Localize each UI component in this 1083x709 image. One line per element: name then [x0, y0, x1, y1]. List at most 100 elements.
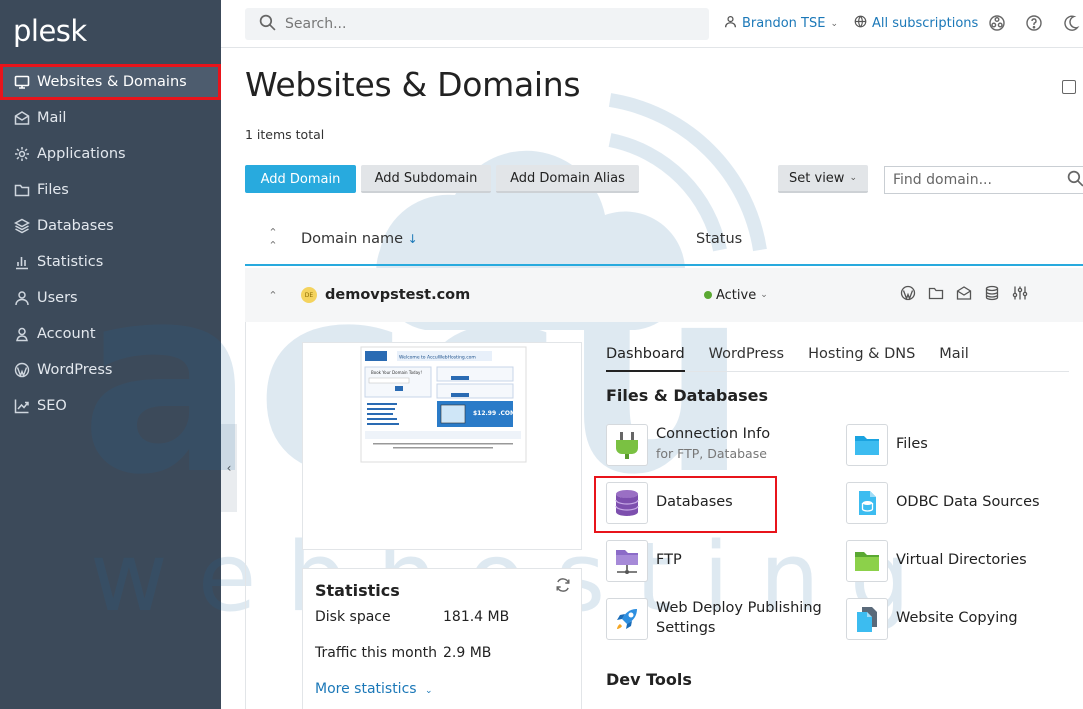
section-files-databases: Files & Databases: [606, 386, 769, 405]
domain-panel: Welcome to AccuWebHosting.com Book Your …: [245, 322, 1083, 709]
folder-icon: [13, 182, 30, 199]
domain-name-link[interactable]: demovpstest.com: [325, 287, 704, 303]
preview-box-title: Book Your Domain Today!: [371, 370, 422, 375]
collapse-all-icon[interactable]: ⌃ ⌃: [245, 226, 301, 252]
tool-virtual-directories[interactable]: Virtual Directories: [846, 540, 1027, 582]
moon-icon[interactable]: [1062, 14, 1080, 32]
tool-connection-info[interactable]: Connection Info for FTP, Database: [606, 424, 770, 466]
gear-icon: [13, 146, 30, 163]
row-actions: [900, 285, 1028, 305]
column-status[interactable]: Status: [696, 231, 742, 247]
globe-icon: [854, 15, 867, 32]
database-icon[interactable]: [984, 285, 1000, 305]
site-preview-thumbnail[interactable]: Welcome to AccuWebHosting.com Book Your …: [302, 342, 582, 550]
subscriptions-label: All subscriptions: [872, 16, 979, 31]
user-menu[interactable]: Brandon TSE ⌄: [724, 15, 838, 32]
search-input[interactable]: [285, 16, 685, 32]
subscriptions-menu[interactable]: All subscriptions: [854, 15, 978, 32]
extensions-icon[interactable]: [988, 14, 1006, 32]
tool-ftp[interactable]: FTP: [606, 540, 682, 582]
traffic-value: 2.9 MB: [443, 645, 492, 661]
statistics-title: Statistics: [315, 581, 400, 600]
sidebar-item-users[interactable]: Users: [0, 280, 221, 316]
chevron-down-icon: ⌄: [830, 18, 838, 29]
tab-hosting-dns[interactable]: Hosting & DNS: [808, 344, 915, 372]
user-name: Brandon TSE: [742, 16, 826, 31]
sidebar-item-seo[interactable]: SEO: [0, 388, 221, 424]
sidebar-item-label: Account: [37, 326, 96, 342]
layers-icon: [13, 218, 30, 235]
more-statistics-label: More statistics: [315, 681, 417, 697]
user-icon: [724, 15, 737, 32]
help-icon[interactable]: [1025, 14, 1043, 32]
preview-site-title: Welcome to AccuWebHosting.com: [399, 355, 476, 361]
sidebar-item-statistics[interactable]: Statistics: [0, 244, 221, 280]
tool-label: Web Deploy Publishing: [656, 600, 822, 616]
table-header: ⌃ ⌃ Domain name ↓ Status: [245, 214, 1083, 266]
search-box[interactable]: [245, 8, 709, 40]
plug-icon: [606, 424, 648, 466]
tab-wordpress[interactable]: WordPress: [709, 344, 784, 372]
plesk-logo[interactable]: plesk: [13, 14, 87, 48]
items-total: 1 items total: [245, 127, 325, 142]
set-view-label: Set view: [789, 170, 845, 186]
tool-sublabel: for FTP, Database: [656, 446, 767, 461]
person-icon: [13, 326, 30, 343]
sidebar-item-label: WordPress: [37, 362, 113, 378]
chevron-up-icon[interactable]: ⌃: [245, 289, 301, 302]
sort-down-icon: ↓: [407, 232, 418, 246]
more-statistics-link[interactable]: More statistics ⌄: [315, 681, 433, 697]
settings-sliders-icon[interactable]: [1012, 285, 1028, 305]
sidebar-item-files[interactable]: Files: [0, 172, 221, 208]
tool-odbc-data-sources[interactable]: ODBC Data Sources: [846, 482, 1040, 524]
mail-icon: [13, 110, 30, 127]
tool-label: Connection Info: [656, 426, 771, 442]
wordpress-icon[interactable]: [900, 285, 916, 305]
domain-favicon: DE: [301, 287, 317, 303]
copy-icon: [846, 598, 888, 640]
sidebar-item-mail[interactable]: Mail: [0, 100, 221, 136]
chevron-down-icon: ⌄: [760, 290, 768, 300]
sidebar-item-label: Files: [37, 182, 69, 198]
virtual-directory-icon: [846, 540, 888, 582]
tool-web-deploy-publishing[interactable]: Web Deploy Publishing Settings: [606, 598, 822, 640]
add-domain-alias-button[interactable]: Add Domain Alias: [496, 165, 639, 193]
sidebar-item-wordpress[interactable]: WordPress: [0, 352, 221, 388]
sidebar-item-websites-domains[interactable]: Websites & Domains: [0, 64, 221, 100]
refresh-icon[interactable]: [555, 577, 571, 597]
chevron-down-icon: ⌄: [425, 686, 433, 696]
tool-website-copying[interactable]: Website Copying: [846, 598, 1018, 640]
chevron-left-icon: ‹: [226, 461, 232, 475]
add-subdomain-button[interactable]: Add Subdomain: [361, 165, 491, 193]
trend-icon: [13, 398, 30, 415]
wordpress-icon: [13, 362, 30, 379]
column-domain-label: Domain name: [301, 231, 403, 247]
find-domain-box[interactable]: [884, 166, 1083, 194]
page-title: Websites & Domains: [245, 65, 581, 104]
status-badge[interactable]: Active ⌄: [704, 288, 900, 303]
databases-highlight-box: [594, 476, 777, 533]
folder-icon[interactable]: [928, 285, 944, 305]
mail-icon[interactable]: [956, 285, 972, 305]
sidebar-item-applications[interactable]: Applications: [0, 136, 221, 172]
column-domain-name[interactable]: Domain name ↓: [301, 231, 696, 247]
find-domain-input[interactable]: [893, 172, 1053, 188]
search-icon[interactable]: [1067, 170, 1083, 191]
tab-mail[interactable]: Mail: [939, 344, 968, 372]
sidebar-item-databases[interactable]: Databases: [0, 208, 221, 244]
main-content: Websites & Domains 1 items total Add Dom…: [245, 48, 1083, 709]
panel-toggle-icon[interactable]: [1062, 80, 1076, 94]
add-domain-button[interactable]: Add Domain: [245, 165, 356, 193]
tab-dashboard[interactable]: Dashboard: [606, 344, 685, 372]
sidebar-item-label: SEO: [37, 398, 67, 414]
tool-files[interactable]: Files: [846, 424, 928, 466]
traffic-label: Traffic this month: [315, 645, 437, 661]
sidebar-item-account[interactable]: Account: [0, 316, 221, 352]
tool-label: Virtual Directories: [896, 552, 1027, 568]
sidebar-collapse-handle[interactable]: ‹: [221, 424, 237, 512]
set-view-button[interactable]: Set view ⌄: [778, 165, 868, 193]
preview-price: $12.99 .COM: [473, 410, 516, 417]
sidebar-item-label: Statistics: [37, 254, 104, 270]
table-row[interactable]: ⌃ DE demovpstest.com Active ⌄: [245, 268, 1083, 322]
odbc-icon: [846, 482, 888, 524]
